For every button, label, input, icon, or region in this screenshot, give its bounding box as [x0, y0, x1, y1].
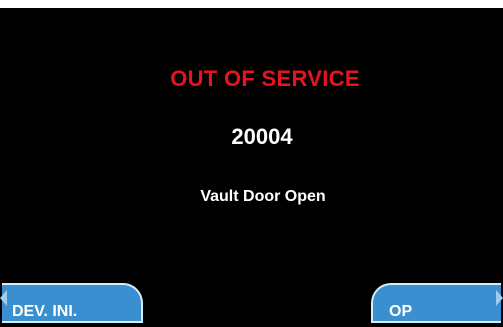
triangle-right-icon: [496, 290, 503, 306]
triangle-left-icon: [0, 290, 7, 306]
atm-screen: OUT OF SERVICE 20004 Vault Door Open: [0, 8, 503, 327]
dev-ini-button[interactable]: DEV. INI.: [2, 283, 143, 323]
status-message: Vault Door Open: [200, 188, 326, 205]
op-button[interactable]: OP: [371, 283, 501, 323]
op-button-label: OP: [389, 303, 413, 320]
out-of-service-title: OUT OF SERVICE: [170, 66, 360, 91]
error-code: 20004: [231, 124, 293, 149]
dev-ini-button-label: DEV. INI.: [12, 303, 78, 320]
